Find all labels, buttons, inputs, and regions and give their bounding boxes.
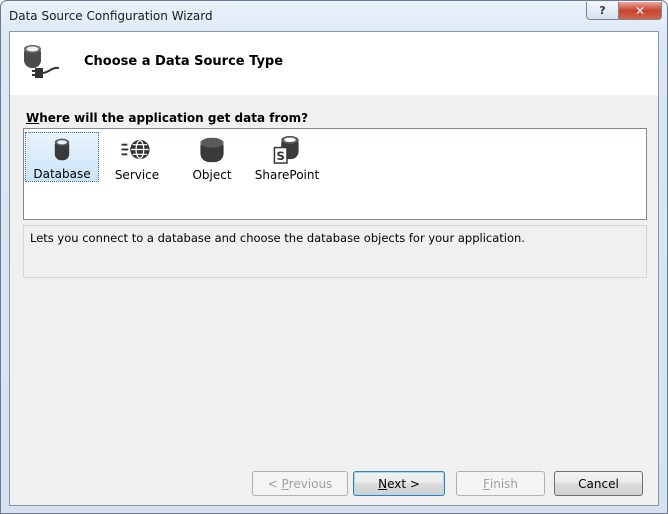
previous-prefix: <	[267, 476, 282, 491]
next-mnemonic: N	[378, 476, 388, 491]
wizard-header: Choose a Data Source Type	[10, 32, 658, 95]
data-source-plug-icon	[24, 45, 60, 78]
cancel-button[interactable]: Cancel	[554, 471, 643, 496]
list-item-sharepoint[interactable]: S SharePoint	[254, 132, 320, 182]
database-icon	[54, 138, 70, 161]
next-label: ext >	[387, 476, 420, 491]
sharepoint-icon: S	[273, 135, 299, 164]
list-item-object[interactable]: Object	[187, 132, 237, 182]
previous-button[interactable]: < Previous	[252, 471, 348, 496]
list-item-label: SharePoint	[254, 168, 320, 182]
data-source-prompt: Where will the application get data from…	[26, 111, 308, 125]
object-icon	[200, 137, 224, 163]
data-source-list[interactable]: Database Service Object S SharePoint	[23, 128, 647, 220]
prompt-mnemonic: W	[26, 111, 40, 125]
list-item-database[interactable]: Database	[25, 132, 99, 182]
list-item-service[interactable]: Service	[112, 132, 162, 182]
service-icon	[121, 139, 150, 160]
previous-mnemonic: P	[281, 476, 289, 491]
svg-text:S: S	[277, 149, 285, 163]
page-title: Choose a Data Source Type	[84, 54, 284, 69]
list-item-label: Database	[33, 167, 91, 181]
finish-button[interactable]: Finish	[456, 471, 545, 496]
close-button[interactable]: ✕	[618, 2, 662, 20]
window-title: Data Source Configuration Wizard	[9, 9, 213, 23]
title-bar[interactable]: Data Source Configuration Wizard ? ✕	[1, 1, 667, 31]
finish-label: inish	[489, 476, 519, 491]
list-item-label: Service	[114, 168, 160, 182]
finish-mnemonic: F	[482, 476, 490, 491]
description-box: Lets you connect to a database and choos…	[23, 225, 647, 278]
next-button[interactable]: Next >	[353, 471, 445, 496]
list-item-label: Object	[192, 168, 232, 182]
prompt-text: here will the application get data from?	[39, 111, 309, 125]
description-text: Lets you connect to a database and choos…	[30, 231, 525, 245]
help-button[interactable]: ?	[586, 2, 619, 20]
previous-label: revious	[288, 476, 333, 491]
wizard-window: Data Source Configuration Wizard ? ✕ Cho…	[0, 0, 668, 514]
wizard-body: Choose a Data Source Type Where will the…	[9, 31, 659, 506]
